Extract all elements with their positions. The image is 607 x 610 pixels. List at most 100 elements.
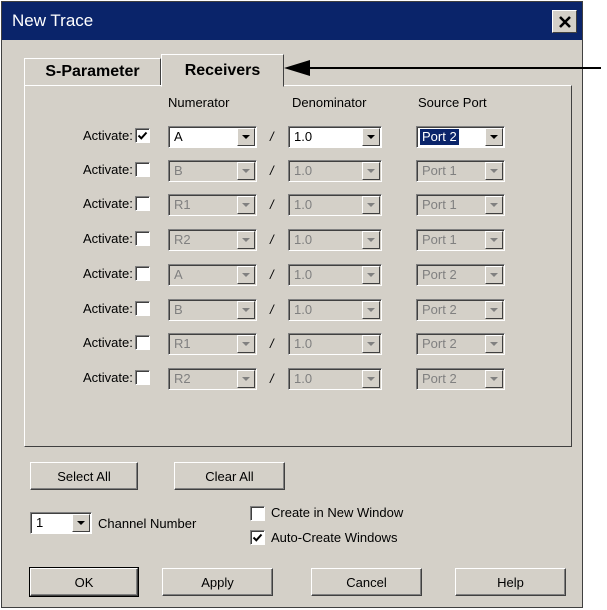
chevron-down-icon[interactable] (237, 231, 255, 249)
chevron-down-icon[interactable] (237, 370, 255, 388)
channel-number-select[interactable]: 1 (30, 512, 92, 534)
auto-create-windows-checkbox[interactable] (250, 530, 265, 545)
source-port-value: Port 1 (422, 232, 457, 247)
chevron-down-icon[interactable] (485, 162, 503, 180)
help-label: Help (497, 574, 524, 590)
close-icon (558, 15, 571, 28)
apply-label: Apply (201, 574, 234, 590)
chevron-down-icon[interactable] (362, 162, 380, 180)
tab-receivers[interactable]: Receivers (161, 54, 284, 87)
activate-label: Activate: (83, 231, 133, 246)
chevron-down-icon[interactable] (485, 231, 503, 249)
activate-checkbox[interactable] (135, 128, 150, 143)
chevron-down-icon[interactable] (362, 231, 380, 249)
source-port-select[interactable]: Port 1 (416, 194, 505, 216)
chevron-down-icon[interactable] (362, 266, 380, 284)
title-bar[interactable]: New Trace (2, 2, 582, 40)
activate-checkbox[interactable] (135, 231, 150, 246)
chevron-down-icon[interactable] (362, 301, 380, 319)
chevron-down-icon[interactable] (485, 266, 503, 284)
source-port-select[interactable]: Port 2 (416, 299, 505, 321)
activate-label: Activate: (83, 370, 133, 385)
activate-label: Activate: (83, 162, 133, 177)
numerator-select[interactable]: A (168, 264, 257, 286)
denominator-select[interactable]: 1.0 (288, 299, 382, 321)
source-port-select[interactable]: Port 2 (416, 368, 505, 390)
activate-checkbox[interactable] (135, 301, 150, 316)
denominator-value: 1.0 (294, 302, 313, 317)
activate-checkbox[interactable] (135, 196, 150, 211)
denominator-select[interactable]: 1.0 (288, 194, 382, 216)
denominator-select[interactable]: 1.0 (288, 229, 382, 251)
numerator-select[interactable]: A (168, 126, 257, 148)
numerator-select[interactable]: B (168, 160, 257, 182)
numerator-select[interactable]: R2 (168, 229, 257, 251)
numerator-select[interactable]: R1 (168, 194, 257, 216)
source-port-select[interactable]: Port 1 (416, 229, 505, 251)
denominator-value: 1.0 (294, 129, 313, 144)
source-port-select[interactable]: Port 2 (416, 126, 505, 148)
checkmark-icon (252, 533, 263, 542)
denominator-select[interactable]: 1.0 (288, 264, 382, 286)
ratio-slash: / (270, 232, 274, 247)
chevron-down-icon[interactable] (362, 196, 380, 214)
source-port-value: Port 1 (422, 163, 457, 178)
help-button[interactable]: Help (455, 568, 566, 596)
source-port-value: Port 2 (422, 336, 457, 351)
numerator-value: R2 (174, 371, 191, 386)
numerator-value: A (174, 129, 183, 144)
chevron-down-icon[interactable] (237, 196, 255, 214)
ok-button[interactable]: OK (29, 567, 139, 597)
numerator-value: A (174, 267, 183, 282)
close-button[interactable] (552, 10, 577, 33)
source-port-value: Port 2 (422, 371, 457, 386)
cancel-button[interactable]: Cancel (311, 568, 422, 596)
activate-checkbox[interactable] (135, 335, 150, 350)
activate-label: Activate: (83, 301, 133, 316)
numerator-select[interactable]: R2 (168, 368, 257, 390)
denominator-select[interactable]: 1.0 (288, 333, 382, 355)
chevron-down-icon[interactable] (237, 335, 255, 353)
numerator-value: R2 (174, 232, 191, 247)
activate-label: Activate: (83, 335, 133, 350)
chevron-down-icon[interactable] (485, 370, 503, 388)
ratio-slash: / (270, 129, 274, 144)
denominator-value: 1.0 (294, 163, 313, 178)
channel-number-value: 1 (36, 515, 44, 530)
denominator-value: 1.0 (294, 197, 313, 212)
chevron-down-icon[interactable] (485, 301, 503, 319)
chevron-down-icon[interactable] (485, 196, 503, 214)
chevron-down-icon[interactable] (362, 128, 380, 146)
denominator-select[interactable]: 1.0 (288, 160, 382, 182)
denominator-select[interactable]: 1.0 (288, 126, 382, 148)
source-port-header: Source Port (418, 95, 487, 110)
numerator-select[interactable]: R1 (168, 333, 257, 355)
denominator-select[interactable]: 1.0 (288, 368, 382, 390)
source-port-value: Port 1 (422, 197, 457, 212)
ratio-slash: / (270, 302, 274, 317)
chevron-down-icon[interactable] (485, 128, 503, 146)
chevron-down-icon[interactable] (237, 266, 255, 284)
source-port-value: Port 2 (422, 302, 457, 317)
source-port-select[interactable]: Port 1 (416, 160, 505, 182)
tab-s-parameter[interactable]: S-Parameter (24, 58, 161, 86)
numerator-select[interactable]: B (168, 299, 257, 321)
chevron-down-icon[interactable] (362, 370, 380, 388)
ratio-slash: / (270, 197, 274, 212)
chevron-down-icon[interactable] (237, 301, 255, 319)
chevron-down-icon[interactable] (237, 162, 255, 180)
activate-checkbox[interactable] (135, 370, 150, 385)
chevron-down-icon[interactable] (72, 514, 90, 532)
activate-checkbox[interactable] (135, 162, 150, 177)
select-all-button[interactable]: Select All (30, 462, 138, 490)
activate-checkbox[interactable] (135, 266, 150, 281)
apply-button[interactable]: Apply (162, 568, 273, 596)
denominator-value: 1.0 (294, 371, 313, 386)
chevron-down-icon[interactable] (485, 335, 503, 353)
chevron-down-icon[interactable] (237, 128, 255, 146)
source-port-select[interactable]: Port 2 (416, 333, 505, 355)
chevron-down-icon[interactable] (362, 335, 380, 353)
source-port-select[interactable]: Port 2 (416, 264, 505, 286)
clear-all-button[interactable]: Clear All (174, 462, 285, 490)
create-in-new-window-checkbox[interactable] (250, 506, 265, 521)
